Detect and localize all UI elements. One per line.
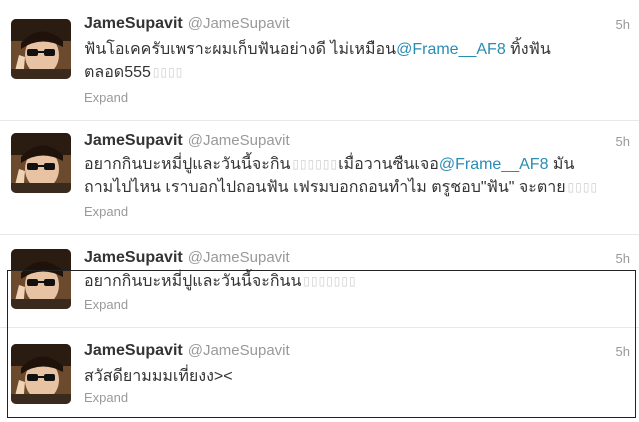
expand-link[interactable]: Expand xyxy=(84,390,128,405)
tweet-timestamp[interactable]: 5h xyxy=(616,251,630,266)
tweet-timeline: JameSupavit @JameSupavit 5h ฟันโอเคครับเพ… xyxy=(0,0,639,422)
display-name[interactable]: JameSupavit xyxy=(84,15,183,32)
tweet-text-line: อยากกินบะหมี่ปูและวันนี้จะกินน ▯▯▯▯▯▯▯ xyxy=(84,273,357,290)
tweet-text-line: อยากกินบะหมี่ปูและวันนี้จะกิน ▯▯▯▯▯▯เมื่อ… xyxy=(84,156,575,173)
mention-link[interactable]: @Frame__AF8 xyxy=(439,156,549,173)
avatar[interactable] xyxy=(11,249,71,309)
expand-link[interactable]: Expand xyxy=(84,297,128,312)
author-handle[interactable]: @JameSupavit xyxy=(188,132,290,149)
missing-glyphs: ▯▯▯▯ xyxy=(567,180,599,194)
display-name[interactable]: JameSupavit xyxy=(84,132,183,149)
tweet-item[interactable]: JameSupavit @JameSupavit 5h อยากกินบะหมี่… xyxy=(0,121,639,234)
author-name[interactable]: JameSupavit @JameSupavit xyxy=(84,15,290,33)
author-handle[interactable]: @JameSupavit xyxy=(188,249,290,266)
tweet-text: สวัสดียามมมเที่ยงง>< xyxy=(84,365,629,388)
tweet-item[interactable]: JameSupavit @JameSupavit 5h สวัสดียามมมเท… xyxy=(0,328,639,420)
avatar[interactable] xyxy=(11,344,71,404)
tweet-timestamp[interactable]: 5h xyxy=(616,17,630,32)
avatar[interactable] xyxy=(11,133,71,193)
tweet-text-line: ฟันโอเคครับเพราะผมเก็บฟันอย่างดี ไม่เหมื… xyxy=(84,41,551,58)
missing-glyphs: ▯▯▯▯▯▯▯ xyxy=(303,274,357,288)
tweet-text: อยากกินบะหมี่ปูและวันนี้จะกิน ▯▯▯▯▯▯เมื่อ… xyxy=(84,153,629,199)
display-name[interactable]: JameSupavit xyxy=(84,342,183,359)
author-handle[interactable]: @JameSupavit xyxy=(188,15,290,32)
tweet-timestamp[interactable]: 5h xyxy=(616,344,630,359)
missing-glyphs: ▯▯▯▯▯▯ xyxy=(292,157,339,171)
display-name[interactable]: JameSupavit xyxy=(84,249,183,266)
author-name[interactable]: JameSupavit @JameSupavit xyxy=(84,132,290,150)
tweet-timestamp[interactable]: 5h xyxy=(616,134,630,149)
missing-glyphs: ▯▯▯▯ xyxy=(152,65,184,79)
tweet-text: อยากกินบะหมี่ปูและวันนี้จะกินน ▯▯▯▯▯▯▯ xyxy=(84,270,629,293)
avatar[interactable] xyxy=(11,19,71,79)
expand-link[interactable]: Expand xyxy=(84,90,128,105)
tweet-text-line: ถามไปไหน เราบอกไปถอนฟัน เฟรมบอกถอนทำไม ต… xyxy=(84,179,599,196)
mention-link[interactable]: @Frame__AF8 xyxy=(396,41,506,58)
tweet-text-line: สวัสดียามมมเที่ยงง>< xyxy=(84,368,233,385)
expand-link[interactable]: Expand xyxy=(84,204,128,219)
author-name[interactable]: JameSupavit @JameSupavit xyxy=(84,342,290,360)
author-name[interactable]: JameSupavit @JameSupavit xyxy=(84,249,290,267)
tweet-item[interactable]: JameSupavit @JameSupavit 5h ฟันโอเคครับเพ… xyxy=(0,0,639,120)
tweet-item[interactable]: JameSupavit @JameSupavit 5h อยากกินบะหมี่… xyxy=(0,235,639,327)
tweet-text: ฟันโอเคครับเพราะผมเก็บฟันอย่างดี ไม่เหมื… xyxy=(84,38,629,84)
author-handle[interactable]: @JameSupavit xyxy=(188,342,290,359)
tweet-text-line: ตลอด555 ▯▯▯▯ xyxy=(84,64,184,81)
